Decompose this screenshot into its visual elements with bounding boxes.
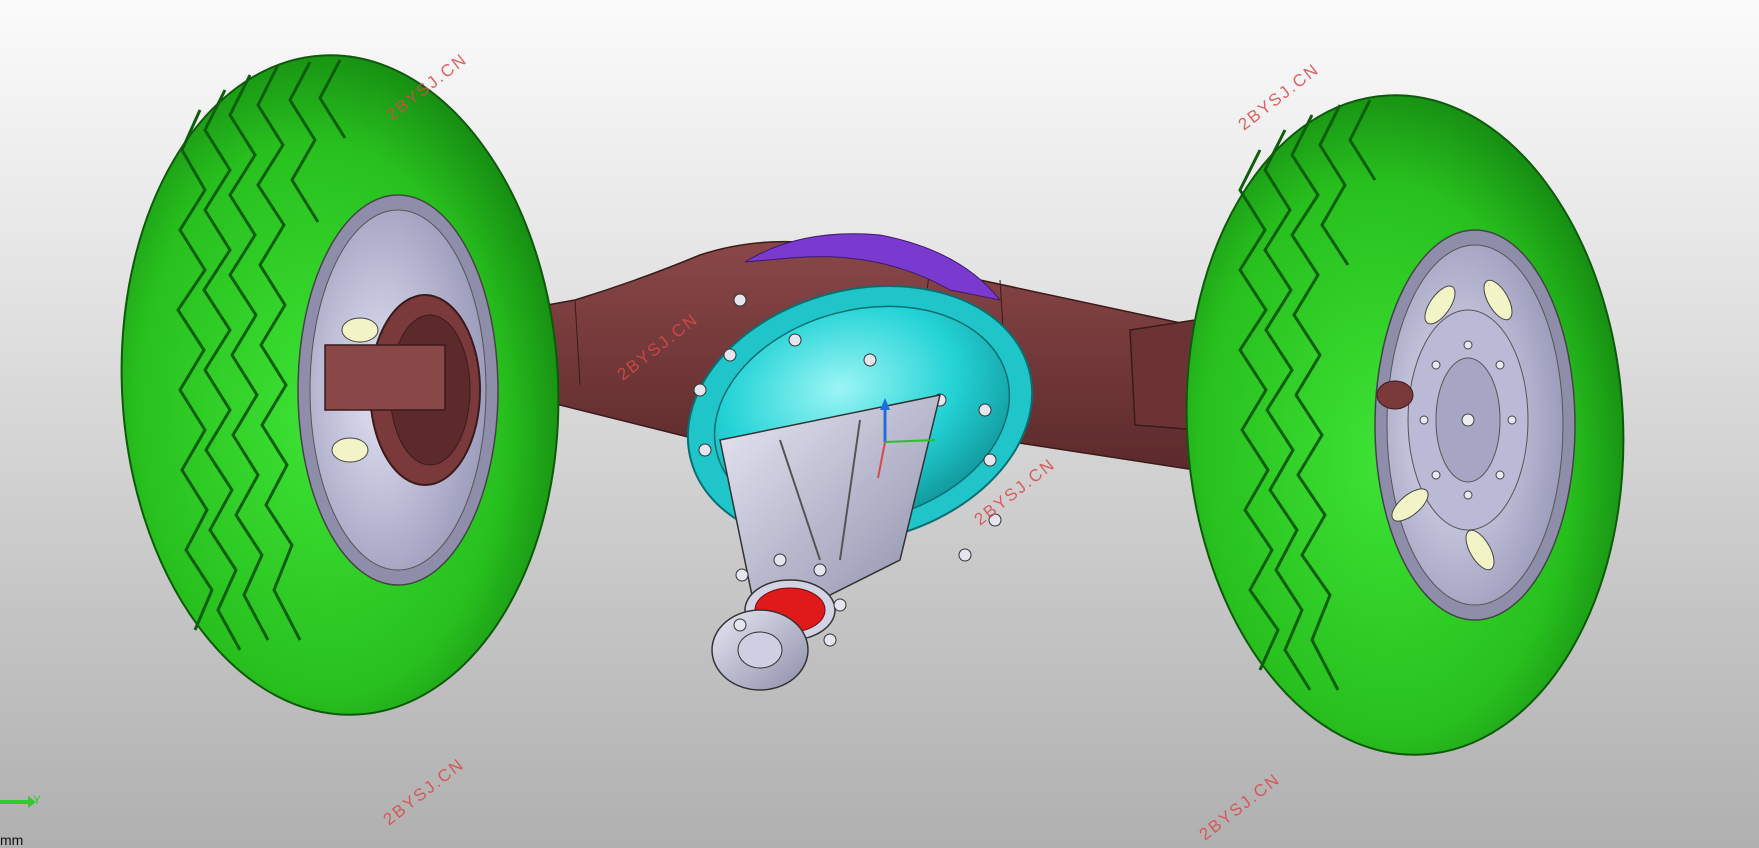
right-wheel[interactable] [1170,84,1640,766]
left-wheel[interactable] [105,44,575,726]
rear-axle-model[interactable] [0,0,1759,848]
cad-viewport[interactable]: 2BYSJ.CN 2BYSJ.CN 2BYSJ.CN 2BYSJ.CN 2BYS… [0,0,1759,848]
y-axis-label: Y [33,793,42,807]
unit-label: mm [0,832,24,848]
